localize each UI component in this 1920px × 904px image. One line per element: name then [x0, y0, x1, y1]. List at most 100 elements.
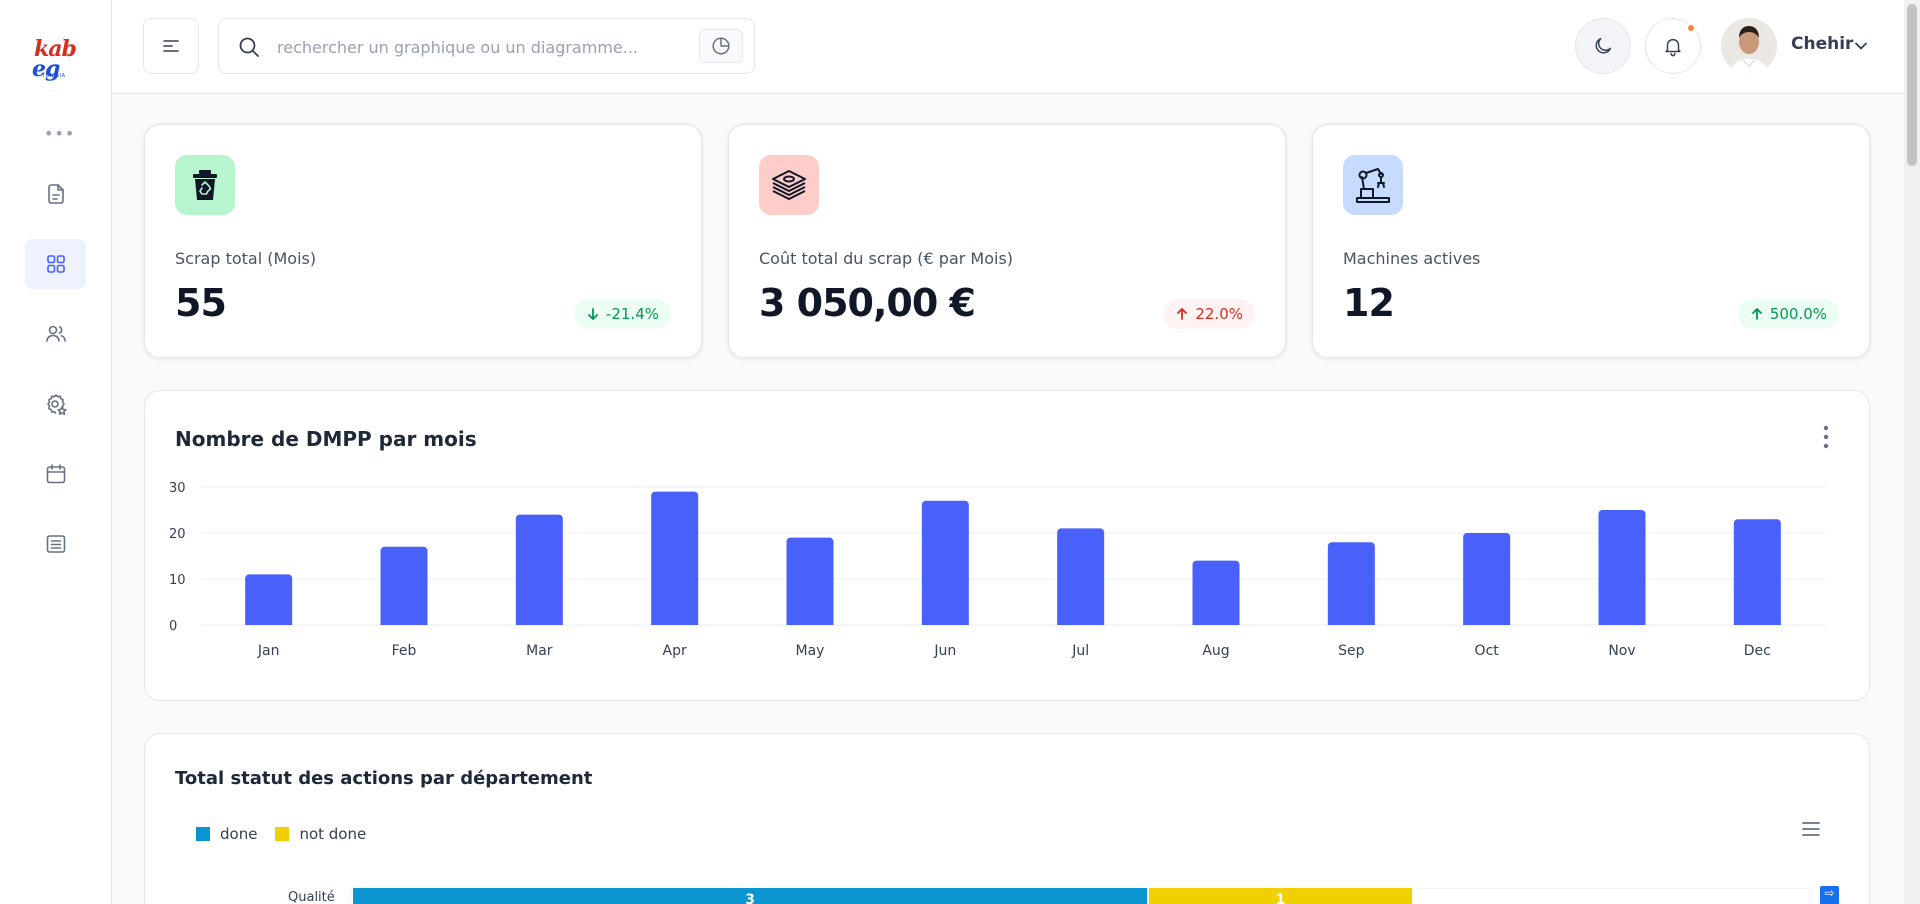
bar-segment-done[interactable]: 3 [353, 888, 1148, 904]
bar[interactable] [1598, 510, 1646, 625]
stat-card-scrap: Scrap total (Mois) 55 -21.4% [144, 124, 702, 358]
bar[interactable] [245, 574, 293, 625]
bar[interactable] [1057, 528, 1105, 625]
x-tick-label: Feb [392, 643, 417, 659]
sidebar-more-icon: ••• [44, 124, 76, 143]
x-tick-label: Aug [1202, 643, 1229, 659]
stat-card-active-machines: Machines actives 12 500.0% [1312, 124, 1870, 358]
bar[interactable] [786, 537, 834, 625]
brand-logo[interactable]: kab eg TUNISIA [28, 36, 84, 82]
legend-label: done [220, 825, 258, 843]
notifications-button[interactable] [1645, 18, 1701, 74]
stat-change-value: 500.0% [1769, 305, 1827, 323]
pie-chart-icon [712, 37, 730, 55]
bar-segment-not-done[interactable]: 1 [1149, 888, 1412, 904]
robot-arm-icon [1356, 168, 1390, 203]
segment-value: 1 [1275, 892, 1286, 904]
recycle-bin-icon [193, 170, 217, 200]
chevron-down-icon[interactable] [1851, 36, 1871, 56]
notification-dot [1686, 23, 1696, 33]
arrow-down-icon [588, 308, 598, 320]
grid-icon [46, 255, 65, 273]
settings-icon [46, 394, 67, 415]
chart-search-button[interactable] [699, 29, 743, 63]
arrow-up-icon [1751, 308, 1762, 320]
x-tick-label: Sep [1338, 643, 1365, 659]
x-tick-label: Dec [1744, 643, 1771, 659]
chart-menu-icon[interactable] [1801, 820, 1821, 838]
chart-title: Total statut des actions par département [175, 768, 593, 789]
stat-value: 12 [1343, 281, 1395, 325]
moon-icon [1595, 37, 1612, 54]
bar[interactable] [1463, 533, 1511, 625]
stat-change-badge: 22.0% [1163, 299, 1255, 329]
money-stack-icon [772, 170, 806, 200]
dmpp-bar-chart: 0 10 20 30 Jan Feb Mar Apr May Jun Jul Aug Sep Oct Nov… [169, 481, 1825, 659]
bar-base [1463, 621, 1511, 625]
sidebar-item-users[interactable] [25, 309, 86, 359]
chart-legend: done not done [196, 825, 366, 843]
list-icon [46, 535, 65, 553]
bar-base [1733, 621, 1781, 625]
bar-base [515, 621, 563, 625]
x-tick-label: Apr [663, 643, 687, 659]
user-avatar[interactable] [1721, 18, 1777, 74]
bar[interactable] [1327, 542, 1375, 625]
bar[interactable] [380, 546, 428, 625]
page-scrollbar[interactable] [1904, 0, 1920, 904]
scrollbar-thumb[interactable] [1907, 4, 1917, 166]
stat-change-badge: 500.0% [1737, 299, 1839, 329]
segment-value: 3 [745, 892, 755, 904]
legend-swatch [275, 827, 290, 841]
search-input[interactable] [277, 33, 677, 61]
avatar-icon [1721, 18, 1777, 74]
stat-change-badge: -21.4% [573, 299, 671, 329]
stat-change-value: -21.4% [605, 305, 659, 323]
category-label: Qualité [288, 890, 335, 904]
legend-item-done[interactable]: done [196, 825, 257, 843]
stat-value: 3 050,00 € [759, 281, 976, 325]
sidebar-item-dashboard[interactable] [25, 239, 86, 289]
y-tick-label: 10 [169, 573, 186, 588]
sidebar-item-documents[interactable] [25, 169, 86, 219]
sidebar-item-reports[interactable] [25, 519, 86, 569]
stat-icon-bg [759, 155, 819, 215]
bar-base [1327, 621, 1375, 625]
x-tick-label: Nov [1608, 643, 1635, 659]
bar[interactable] [515, 514, 563, 625]
bar-base [1057, 621, 1105, 625]
bar-base [380, 621, 428, 625]
x-tick-label: Jan [257, 643, 280, 659]
bar[interactable] [921, 500, 969, 625]
legend-swatch [196, 827, 210, 841]
stat-change-value: 22.0% [1195, 305, 1243, 323]
logo-text-bottom: TUNISIA [42, 73, 66, 79]
stat-label: Coût total du scrap (€ par Mois) [759, 249, 1014, 268]
more-options-icon[interactable] [1823, 425, 1829, 449]
x-tick-label: Oct [1475, 643, 1500, 659]
bar[interactable] [1733, 519, 1781, 625]
bar-base [245, 621, 293, 625]
sidebar-item-settings[interactable] [25, 379, 86, 429]
stat-card-scrap-cost: Coût total du scrap (€ par Mois) 3 050,0… [728, 124, 1286, 358]
y-tick-label: 30 [169, 481, 186, 496]
arrow-up-icon [1177, 308, 1188, 320]
bar-base [1598, 621, 1646, 625]
export-tab-button[interactable]: ⇨ [1820, 886, 1839, 904]
bar-base [786, 621, 834, 625]
bar[interactable] [651, 491, 699, 625]
user-name[interactable]: Chehir [1791, 34, 1853, 54]
sidebar-item-calendar[interactable] [25, 449, 86, 499]
bar[interactable] [1192, 560, 1240, 625]
dark-mode-toggle[interactable] [1575, 18, 1631, 74]
bar-base [921, 621, 969, 625]
legend-item-not-done[interactable]: not done [275, 825, 366, 843]
sidebar: kab eg TUNISIA ••• [0, 0, 112, 904]
legend-label: not done [299, 825, 367, 843]
stat-label: Scrap total (Mois) [175, 249, 317, 268]
toggle-sidebar-button[interactable] [143, 18, 199, 74]
top-header: Chehir [112, 0, 1904, 94]
calendar-icon [46, 464, 65, 484]
stat-icon-bg [175, 155, 235, 215]
users-icon [45, 325, 66, 342]
